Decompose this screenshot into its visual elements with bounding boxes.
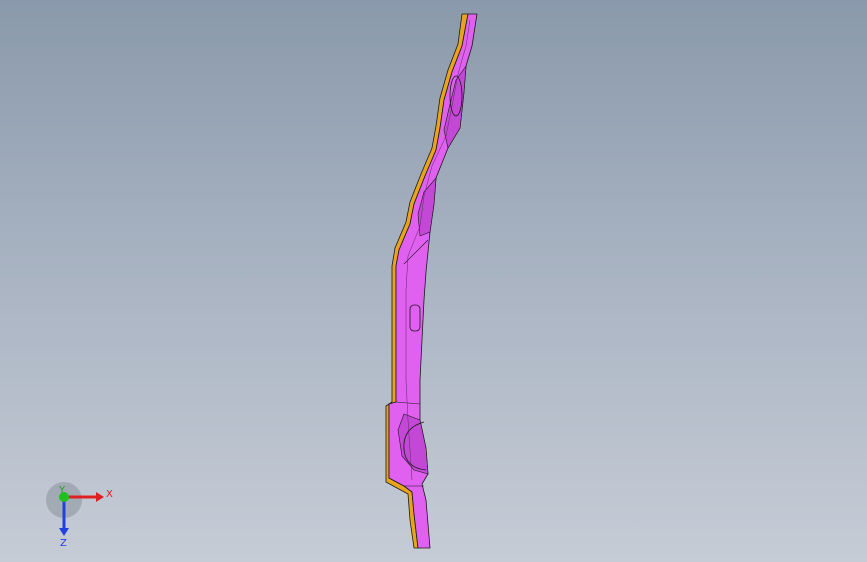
triad-x-arrow (96, 492, 104, 502)
graphics-viewport[interactable]: X Y Z (0, 0, 867, 562)
sheet-metal-part[interactable] (0, 0, 867, 562)
triad-z-arrow (59, 528, 69, 536)
triad-y-label: Y (58, 485, 66, 496)
reference-triad: X Y Z (46, 482, 113, 548)
triad-z-label: Z (60, 538, 67, 548)
triad-x-label: X (106, 489, 113, 500)
